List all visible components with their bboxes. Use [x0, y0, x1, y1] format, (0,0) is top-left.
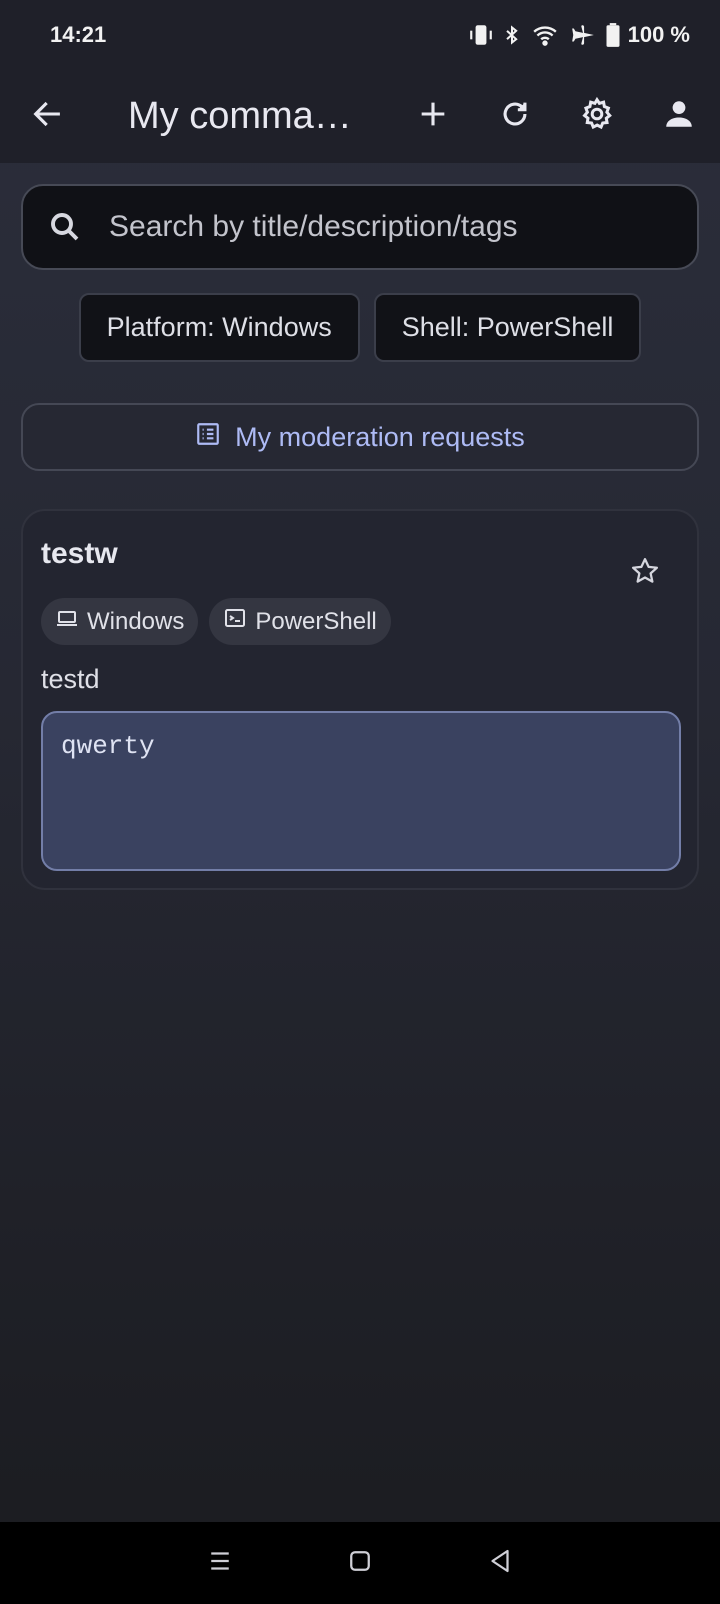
status-time: 14:21	[50, 22, 107, 47]
back-button[interactable]	[6, 76, 88, 158]
refresh-button[interactable]	[474, 76, 556, 158]
tag-shell-label: PowerShell	[255, 607, 377, 635]
settings-button[interactable]	[556, 76, 638, 158]
tag-shell: PowerShell	[209, 598, 391, 645]
search-input[interactable]	[109, 210, 669, 244]
shell-filter[interactable]: Shell: PowerShell	[373, 293, 642, 362]
favorite-button[interactable]	[617, 545, 673, 601]
person-icon	[662, 97, 696, 136]
star-icon	[630, 556, 660, 591]
status-bar: 14:21 100 %	[0, 0, 720, 70]
system-navigation-bar	[0, 1522, 720, 1604]
status-icons: 100 %	[468, 22, 690, 48]
list-icon	[195, 421, 221, 454]
tag-list: Windows PowerShell	[41, 598, 391, 645]
command-code-block[interactable]: qwerty	[41, 711, 681, 871]
page-title: My comma…	[128, 95, 352, 137]
refresh-icon	[498, 97, 532, 136]
bluetooth-icon	[502, 22, 522, 48]
arrow-left-icon	[30, 97, 64, 136]
search-icon	[45, 207, 85, 247]
battery-percent: 100 %	[627, 22, 690, 47]
app-bar: My comma…	[0, 70, 720, 163]
square-icon	[345, 1550, 375, 1580]
command-title: testw	[41, 537, 118, 570]
triangle-back-icon	[485, 1549, 515, 1580]
moderation-requests-button[interactable]: My moderation requests	[21, 403, 699, 471]
battery-icon	[606, 22, 620, 48]
wifi-icon	[530, 22, 560, 48]
command-description: testd	[41, 664, 100, 694]
tag-platform-label: Windows	[87, 607, 185, 635]
filter-row: Platform: Windows Shell: PowerShell	[0, 293, 720, 363]
gear-icon	[579, 96, 615, 137]
moderation-requests-label: My moderation requests	[235, 421, 525, 452]
terminal-icon	[223, 606, 247, 637]
recents-button[interactable]	[205, 1546, 235, 1581]
app-actions	[392, 76, 720, 158]
platform-filter[interactable]: Platform: Windows	[78, 293, 360, 362]
menu-icon	[205, 1551, 235, 1580]
account-button[interactable]	[638, 76, 720, 158]
add-command-button[interactable]	[392, 76, 474, 158]
back-nav-button[interactable]	[485, 1546, 515, 1581]
search-field[interactable]	[21, 184, 699, 270]
home-button[interactable]	[345, 1546, 375, 1581]
airplane-mode-icon	[568, 22, 598, 48]
command-card[interactable]: testw Windows PowerShell testd qwerty	[21, 509, 699, 890]
tag-platform: Windows	[41, 598, 199, 645]
command-text: qwerty	[61, 731, 155, 761]
vibrate-icon	[468, 22, 494, 48]
laptop-icon	[55, 606, 79, 637]
plus-icon	[416, 97, 450, 136]
